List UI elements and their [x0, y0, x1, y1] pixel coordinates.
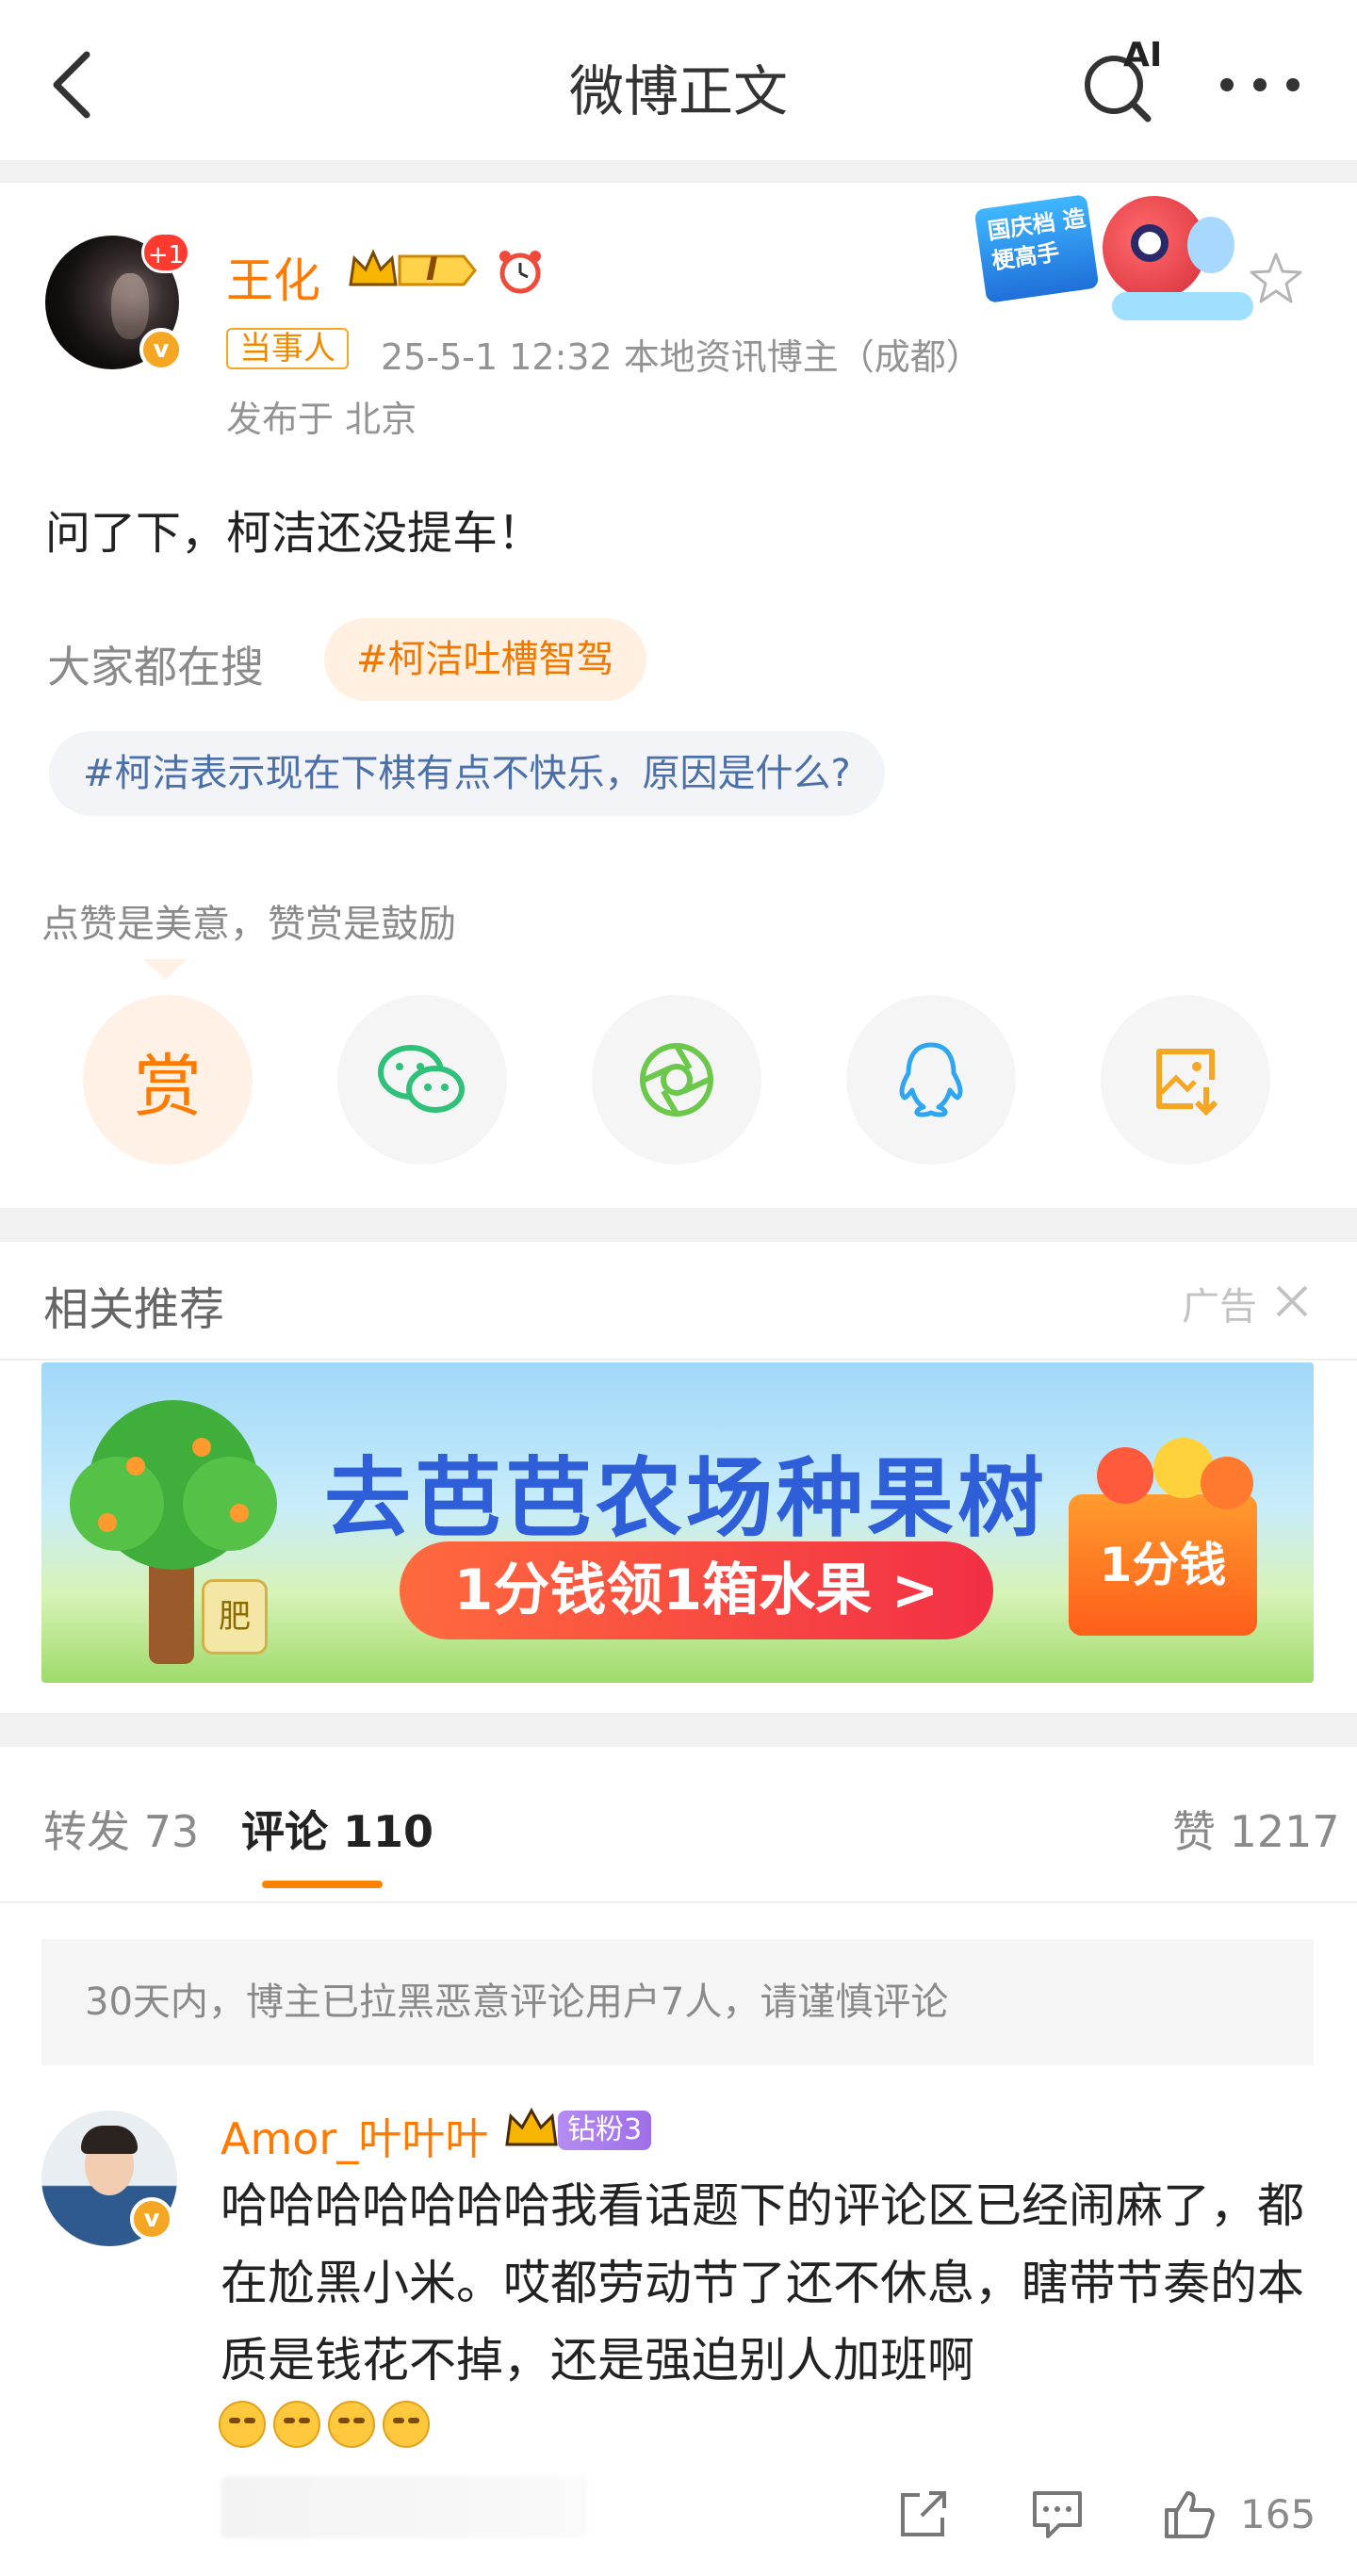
banner-fruit-box: 1分钱: [1069, 1494, 1257, 1636]
like-count: 165: [1240, 2491, 1316, 2537]
event-badge[interactable]: 国庆档 造梗高手: [973, 188, 1282, 330]
like-icon[interactable]: [1163, 2487, 1216, 2540]
post-content: 问了下，柯洁还没提车！: [45, 507, 544, 560]
alarm-clock-icon: [499, 251, 541, 294]
section-gap: [0, 160, 1357, 183]
favorite-star-icon[interactable]: [1248, 251, 1304, 307]
crying-emojis: [219, 2401, 430, 2448]
save-image-icon: [1156, 1049, 1218, 1117]
tab-likes[interactable]: 赞 1217: [1172, 1798, 1340, 1860]
reward-button[interactable]: 赏: [83, 995, 253, 1165]
comment-icon[interactable]: [1031, 2487, 1084, 2540]
comment-notice: 30天内，博主已拉黑恶意评论用户7人，请谨慎评论: [41, 1939, 1314, 2065]
crying-laugh-emoji-icon: [273, 2401, 320, 2448]
tab-repost[interactable]: 转发 73: [43, 1798, 199, 1860]
tab-indicator: [262, 1881, 383, 1888]
banner-cta[interactable]: 1分钱领1箱水果 >: [400, 1541, 993, 1639]
blurred-content: [221, 2476, 588, 2538]
section-gap: [0, 1208, 1357, 1242]
search-label: 大家都在搜: [47, 642, 264, 693]
share-icon[interactable]: [897, 2487, 950, 2540]
close-icon[interactable]: [1272, 1281, 1312, 1321]
ad-label: 广告: [1182, 1285, 1257, 1329]
top-nav: 微博正文 AI: [0, 0, 1357, 160]
reward-hint: 点赞是美意，赞赏是鼓励: [41, 903, 456, 946]
share-moments-button[interactable]: [592, 995, 761, 1165]
banner-title: 去芭芭农场种果树: [324, 1448, 1049, 1549]
ad-banner[interactable]: 肥 去芭芭农场种果树 1分钱领1箱水果 > 1分钱: [41, 1362, 1314, 1683]
fan-badge: 钻粉3: [558, 2111, 652, 2150]
topic-tag[interactable]: #柯洁表示现在下棋有点不快乐，原因是什么?: [49, 731, 885, 816]
verified-badge-icon: v: [139, 328, 183, 371]
divider: [0, 1359, 1357, 1361]
ai-search-icon[interactable]: AI: [1080, 36, 1167, 124]
crying-laugh-emoji-icon: [219, 2401, 266, 2448]
reward-label: 赏: [133, 1046, 202, 1126]
qq-icon: [899, 1042, 963, 1117]
divider: [0, 1901, 1357, 1903]
share-wechat-button[interactable]: [337, 995, 507, 1165]
comment-text: 哈哈哈哈哈哈哈我看话题下的评论区已经闹麻了，都在尬黑小米。哎都劳动节了还不休息，…: [221, 2178, 1304, 2388]
post-location: 发布于 北京: [226, 399, 417, 440]
member-crown-icon: I: [347, 247, 479, 294]
more-icon[interactable]: [1218, 75, 1302, 94]
wechat-icon: [378, 1045, 465, 1113]
crying-laugh-emoji-icon: [328, 2401, 375, 2448]
commenter-name[interactable]: Amor_叶叶叶: [221, 2105, 488, 2167]
share-qq-button[interactable]: [846, 995, 1016, 1165]
ai-label: AI: [1123, 36, 1163, 74]
verified-badge-icon: v: [130, 2197, 173, 2241]
moments-icon: [640, 1043, 713, 1117]
reward-pointer: [143, 959, 187, 980]
avatar-plus-badge: +1: [141, 232, 190, 273]
party-tag: 当事人: [226, 328, 349, 369]
crown-icon: [505, 2107, 558, 2146]
save-image-button[interactable]: [1101, 995, 1270, 1165]
hot-search-tag[interactable]: #柯洁吐槽智驾: [324, 618, 646, 701]
crying-laugh-emoji-icon: [383, 2401, 430, 2448]
post-meta: 25-5-1 12:32 本地资讯博主（成都）: [381, 336, 982, 378]
recommend-title: 相关推荐: [43, 1283, 225, 1336]
level-badge: I: [426, 251, 438, 288]
section-gap: [0, 1713, 1357, 1747]
author-name[interactable]: 王化: [226, 243, 320, 311]
tab-comments[interactable]: 评论 110: [241, 1798, 433, 1860]
fertilizer-bag: 肥: [202, 1579, 268, 1655]
